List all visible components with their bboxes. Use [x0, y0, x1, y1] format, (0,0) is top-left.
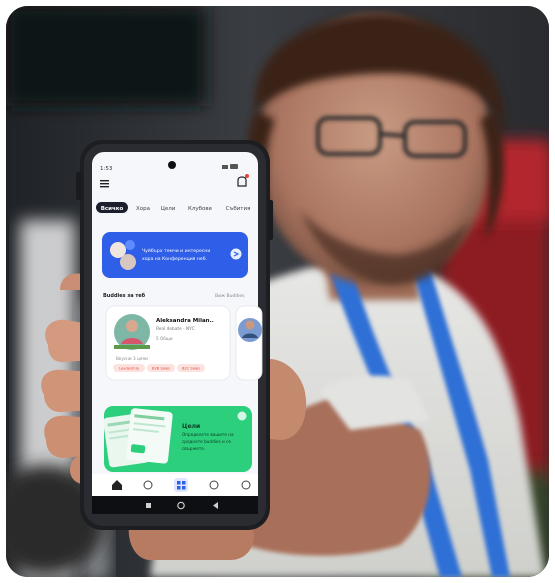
goals-line2: среднете buddies и се [182, 439, 231, 444]
promo-banner[interactable]: Чуйбърх темчи и интересни хора на Конфер… [102, 232, 248, 278]
goals-arrow-icon[interactable] [237, 411, 247, 421]
menu-icon[interactable] [100, 180, 109, 188]
tab-all[interactable]: Всичко [101, 206, 124, 212]
goals-line3: свържете. [182, 446, 205, 451]
buddy-stat-shared: Вкусни 3 цели [116, 356, 148, 361]
tab-clubs[interactable]: Клубове [188, 206, 213, 212]
tab-events[interactable]: Събития [226, 206, 251, 212]
section-link[interactable]: Виж Buddies [215, 293, 245, 299]
home-nav-icon[interactable] [177, 501, 185, 510]
bell-icon[interactable] [237, 174, 249, 187]
tab-bar: Всичко Хора Цели Клубове Събития [96, 202, 250, 213]
status-icons [222, 164, 238, 169]
buddy-card-next[interactable] [235, 305, 263, 381]
buddy-stat-friends: 5 Общи [156, 336, 173, 341]
buddy-subtitle: Real debate - NYC [156, 326, 195, 332]
system-nav [146, 501, 218, 510]
grid-icon[interactable] [174, 478, 188, 492]
goals-title: Цели [182, 423, 200, 430]
back-icon[interactable] [213, 502, 218, 509]
status-time: 1:53 [100, 166, 113, 172]
banner-line1: Чуйбърх темчи и интересни [142, 247, 210, 254]
arrow-right-icon[interactable] [230, 248, 242, 260]
goals-banner[interactable]: Цели Определете вашите на среднете buddi… [103, 406, 252, 472]
banner-line2: хора на Конференция неб. [142, 256, 207, 262]
goals-line1: Определете вашите на [182, 432, 234, 437]
tab-goals[interactable]: Цели [161, 206, 176, 212]
recent-apps-icon[interactable] [146, 503, 151, 508]
section-title: Buddies за теб [103, 292, 146, 299]
tab-people[interactable]: Хора [136, 206, 150, 212]
buddy-name: Aleksandra Milan.. [156, 318, 214, 324]
bottom-nav [92, 474, 258, 496]
buddy-card[interactable]: Aleksandra Milan.. Real debate - NYC 5 О… [105, 305, 231, 381]
tag-1: Leadership [119, 367, 139, 371]
tag-2: B2B Sales [152, 367, 170, 371]
tag-3: B2C Sales [182, 367, 200, 371]
